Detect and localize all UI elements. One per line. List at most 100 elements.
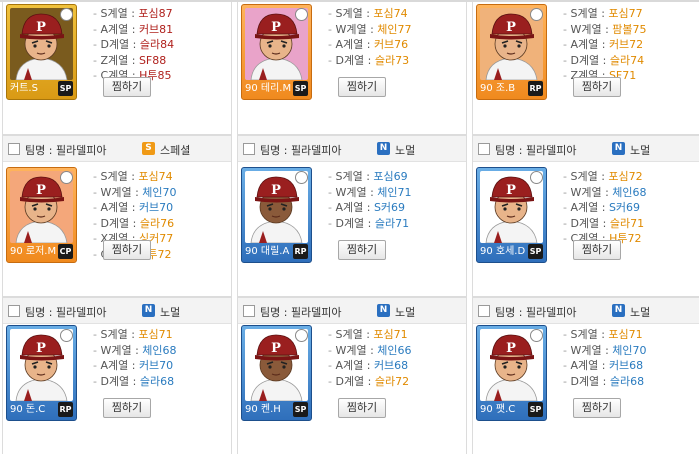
- svg-text:P: P: [36, 341, 46, 356]
- stat-value: 슬라71: [609, 216, 645, 230]
- stat-key: A계열: [335, 38, 364, 51]
- stat-value: S커69: [373, 201, 406, 214]
- wishlist-button[interactable]: 찜하기: [573, 398, 621, 418]
- stat-separator: :: [599, 216, 610, 230]
- player-name: 90 로저.M: [10, 246, 57, 257]
- stat-row: - S계열 : 포심71: [563, 327, 647, 343]
- grade-badge-icon: S: [142, 142, 155, 155]
- stat-separator: :: [598, 38, 609, 51]
- select-checkbox[interactable]: [478, 143, 490, 155]
- stat-value: SF88: [138, 53, 167, 67]
- stat-separator: :: [128, 53, 139, 67]
- card-header: 팀명 : 필라델피아 S 스페셜: [3, 136, 231, 162]
- player-card[interactable]: P 90 켄.H SP: [241, 325, 312, 421]
- card-header: 팀명 : 필라델피아 N 노멀: [238, 298, 466, 324]
- stat-value: 체인70: [142, 185, 177, 199]
- stat-value: 커브68: [373, 359, 409, 372]
- player-card-grid: P 커트.S SP - S계열 : 포심87- A계열 : 커브81- D계열 : 슬…: [0, 0, 699, 454]
- select-checkbox[interactable]: [8, 143, 20, 155]
- stat-row: - A계열 : 커브81: [93, 22, 174, 38]
- stat-row: - W계열 : 체인70: [563, 343, 647, 359]
- stat-separator: :: [127, 328, 139, 341]
- wishlist-button[interactable]: 찜하기: [103, 240, 151, 260]
- svg-text:P: P: [36, 183, 46, 198]
- stat-row: - A계열 : 커브68: [563, 358, 647, 374]
- stat-key: W계열: [570, 185, 602, 199]
- position-badge: RP: [293, 244, 308, 259]
- grade-badge-icon: N: [612, 142, 625, 155]
- player-name: 90 테리.M: [245, 83, 292, 94]
- select-checkbox[interactable]: [8, 305, 20, 317]
- grade-badge-icon: N: [377, 142, 390, 155]
- stat-value: 체인68: [612, 185, 647, 199]
- stat-separator: :: [364, 374, 375, 388]
- star-icon: [530, 8, 543, 21]
- stat-row: - D계열 : 슬라73: [328, 53, 412, 69]
- select-checkbox[interactable]: [243, 143, 255, 155]
- stat-separator: :: [363, 201, 374, 214]
- stat-key: A계열: [335, 359, 364, 372]
- stat-row: - D계열 : 슬라68: [93, 374, 177, 390]
- stat-separator: :: [364, 53, 375, 67]
- player-card[interactable]: P 90 팻.C SP: [476, 325, 547, 421]
- position-badge: SP: [58, 81, 73, 96]
- position-badge: SP: [293, 402, 308, 417]
- stat-separator: :: [601, 185, 613, 199]
- wishlist-button[interactable]: 찜하기: [338, 77, 386, 97]
- stat-separator: :: [128, 201, 139, 214]
- stat-separator: :: [362, 328, 374, 341]
- stat-key: D계열: [100, 38, 130, 51]
- player-card-cell: 팀명 : 필라델피아 N 노멀 P 90 켄.H SP - S계열 : 포심71- W계열 …: [237, 297, 467, 454]
- wishlist-button[interactable]: 찜하기: [338, 398, 386, 418]
- stat-separator: :: [597, 7, 609, 20]
- position-badge: CP: [58, 244, 73, 259]
- stat-separator: :: [598, 359, 609, 372]
- stat-key: A계열: [570, 201, 599, 214]
- player-card-cell: 팀명 : 필라델피아 N 노멀 P 90 돈.C RP - S계열 : 포심71- W계열 …: [2, 297, 232, 454]
- stat-key: W계열: [570, 343, 602, 357]
- player-card[interactable]: P 90 대릴.A RP: [241, 167, 312, 263]
- player-card[interactable]: P 90 호세.D SP: [476, 167, 547, 263]
- player-card[interactable]: P 90 조.B RP: [476, 4, 547, 100]
- card-header: 팀명 : 필라델피아 N 노멀: [473, 136, 699, 162]
- stat-key: W계열: [100, 343, 132, 357]
- wishlist-button[interactable]: 찜하기: [573, 77, 621, 97]
- grade-label: 스페셜: [160, 144, 191, 157]
- stat-separator: :: [129, 216, 140, 230]
- stat-value: 슬라72: [374, 374, 410, 388]
- stat-key: A계열: [570, 38, 599, 51]
- pitch-stats: - S계열 : 포심87- A계열 : 커브81- D계열 : 슬라84- Z계…: [93, 6, 174, 84]
- wishlist-button[interactable]: 찜하기: [338, 240, 386, 260]
- player-card[interactable]: P 90 테리.M SP: [241, 4, 312, 100]
- stat-key: A계열: [100, 22, 129, 36]
- stat-row: - A계열 : 커브68: [328, 358, 412, 374]
- stat-row: - S계열 : 포심69: [328, 169, 412, 185]
- player-card[interactable]: P 커트.S SP: [6, 4, 77, 100]
- wishlist-button[interactable]: 찜하기: [103, 77, 151, 97]
- select-checkbox[interactable]: [243, 305, 255, 317]
- player-card[interactable]: P 90 돈.C RP: [6, 325, 77, 421]
- team-name: 팀명 : 필라델피아: [25, 144, 107, 157]
- stat-separator: :: [599, 374, 610, 388]
- stat-value: 포심74: [138, 170, 173, 183]
- grade-label: 노멀: [630, 144, 651, 157]
- stat-value: 팜볼75: [612, 22, 647, 36]
- position-badge: RP: [58, 402, 73, 417]
- wishlist-button[interactable]: 찜하기: [573, 240, 621, 260]
- stat-key: D계열: [570, 374, 600, 388]
- stat-value: 체인70: [612, 343, 647, 357]
- grade-label: 노멀: [395, 306, 416, 319]
- stat-key: S계열: [100, 328, 128, 341]
- stat-separator: :: [598, 201, 609, 214]
- player-card-cell: P 90 테리.M SP - S계열 : 포심74- W계열 : 체인77- A계열 …: [237, 2, 467, 135]
- stat-value: 커브81: [138, 22, 174, 36]
- grade-badge-icon: N: [142, 304, 155, 317]
- stat-separator: :: [128, 359, 139, 372]
- stat-row: - A계열 : 커브70: [93, 200, 177, 216]
- select-checkbox[interactable]: [478, 305, 490, 317]
- team-name: 팀명 : 필라델피아: [260, 144, 342, 157]
- stat-row: - D계열 : 슬라76: [93, 216, 177, 232]
- player-card[interactable]: P 90 로저.M CP: [6, 167, 77, 263]
- wishlist-button[interactable]: 찜하기: [103, 398, 151, 418]
- stat-value: 포심72: [608, 170, 643, 183]
